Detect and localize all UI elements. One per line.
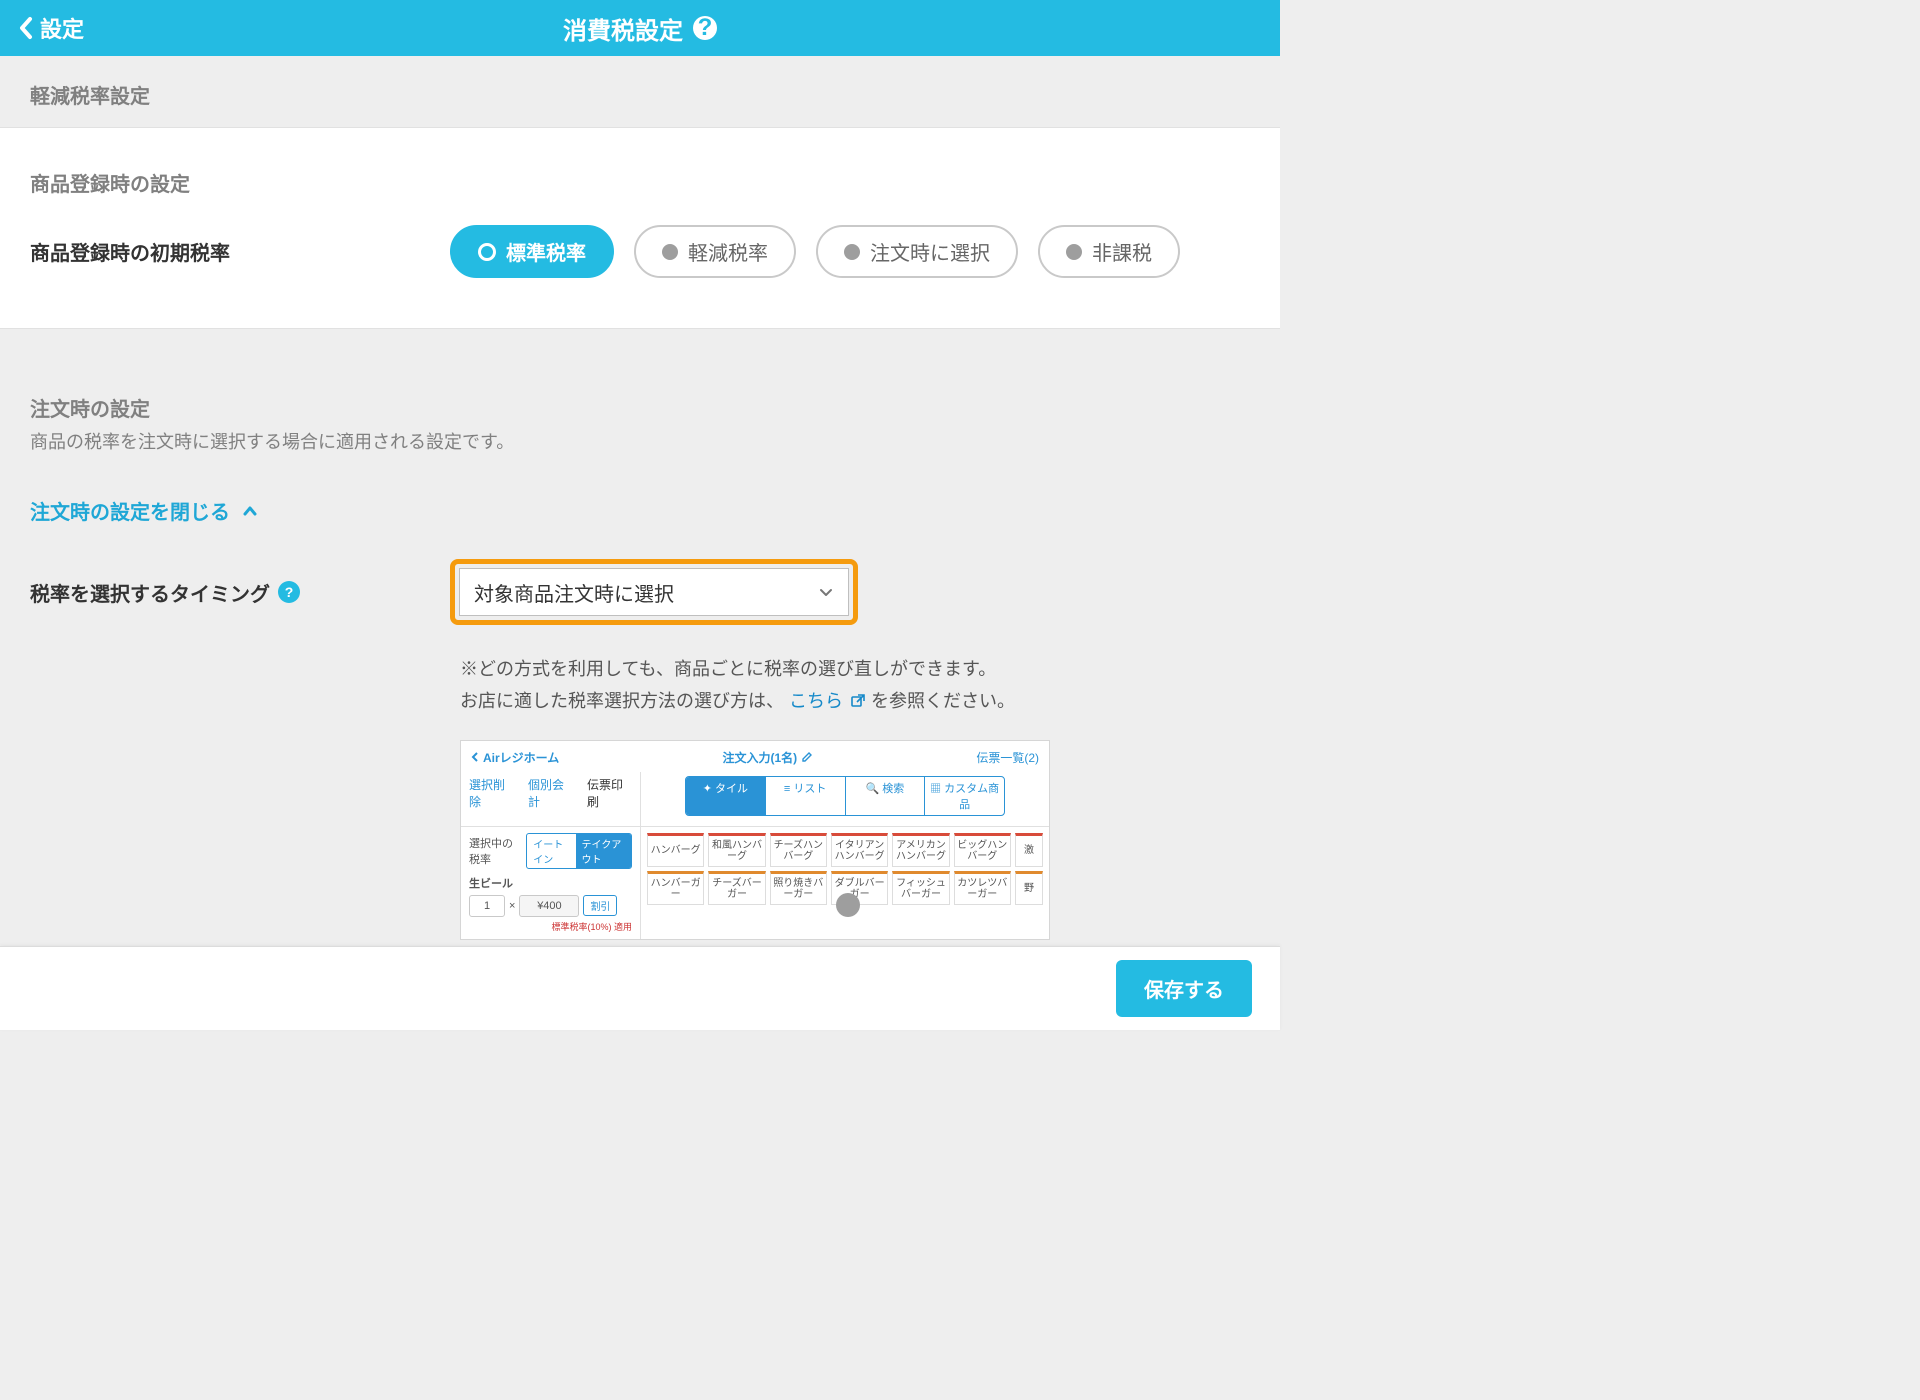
- pv-title: 注文入力(1名): [722, 749, 813, 766]
- select-highlight: 対象商品注文時に選択: [450, 559, 858, 625]
- back-label: 設定: [40, 12, 84, 44]
- timing-notes: ※どの方式を利用しても、商品ごとに税率の選び直しができます。 お店に適した税率選…: [430, 641, 1280, 722]
- pv-tile: フィッシュバーガー: [892, 871, 949, 905]
- pv-seg-takeout: テイクアウト: [576, 834, 631, 868]
- preview-screenshot: Airレジホーム 注文入力(1名) 伝票一覧(2) 選択削除 個別会計 伝票印刷…: [460, 740, 1050, 940]
- pill-standard[interactable]: 標準税率: [450, 225, 614, 278]
- initial-tax-rate-label: 商品登録時の初期税率: [30, 237, 450, 266]
- pv-qty: 1: [469, 895, 505, 917]
- select-value: 対象商品注文時に選択: [474, 578, 674, 607]
- pv-tile: 照り焼きバーガー: [770, 871, 827, 905]
- pv-tab-list: ≡ リスト: [766, 777, 846, 815]
- order-time-desc: 商品の税率を注文時に選択する場合に適用される設定です。: [30, 428, 1250, 454]
- chevron-left-icon: [18, 16, 34, 40]
- help-icon[interactable]: ?: [693, 16, 717, 40]
- pill-label: 軽減税率: [688, 237, 768, 266]
- pv-tile: アメリカンハンバーグ: [892, 833, 949, 867]
- section-label-reduced-tax: 軽減税率設定: [0, 56, 1280, 127]
- pill-label: 注文時に選択: [870, 237, 990, 266]
- pv-item-name: 生ビール: [469, 875, 632, 891]
- timing-label: 税率を選択するタイミング: [30, 578, 270, 607]
- pill-nontaxable[interactable]: 非課税: [1038, 225, 1180, 278]
- order-time-header: 注文時の設定 商品の税率を注文時に選択する場合に適用される設定です。: [0, 359, 1280, 464]
- page-title: 消費税設定: [563, 11, 683, 46]
- back-button[interactable]: 設定: [0, 12, 84, 44]
- radio-selected-icon: [478, 243, 496, 261]
- pv-tab-custom: ▦ カスタム商品: [925, 777, 1004, 815]
- pv-times: ×: [509, 900, 515, 912]
- edit-icon: [801, 751, 813, 763]
- note-line-2-pre: お店に適した税率選択方法の選び方は、: [460, 691, 784, 711]
- pill-label: 非課税: [1092, 237, 1152, 266]
- pill-reduced[interactable]: 軽減税率: [634, 225, 796, 278]
- pv-title-text: 注文入力(1名): [722, 749, 797, 766]
- pv-discount: 割引: [583, 895, 617, 916]
- help-link[interactable]: こちら: [789, 691, 871, 711]
- chevron-down-icon: [818, 584, 834, 600]
- pv-rate-label: 選択中の税率: [469, 835, 520, 867]
- pv-tile: 野: [1015, 871, 1043, 905]
- help-icon[interactable]: ?: [278, 581, 300, 603]
- tax-rate-pills: 標準税率 軽減税率 注文時に選択 非課税: [450, 225, 1180, 278]
- order-time-subhead: 注文時の設定: [30, 393, 1250, 422]
- pv-slip-list: 伝票一覧(2): [976, 749, 1039, 766]
- pv-tile: ビッグハンバーグ: [954, 833, 1011, 867]
- pv-tile: カツレツバーガー: [954, 871, 1011, 905]
- pv-applied-rate: 標準税率(10%) 適用: [469, 920, 632, 933]
- pv-tab-search: 🔍 検索: [846, 777, 926, 815]
- pv-seg-eatin: イートイン: [527, 834, 575, 868]
- card-subhead: 商品登録時の設定: [30, 168, 1250, 197]
- pv-tile: 和風ハンバーグ: [708, 833, 765, 867]
- collapse-label: 注文時の設定を閉じる: [30, 496, 230, 525]
- collapse-toggle[interactable]: 注文時の設定を閉じる: [0, 464, 1280, 549]
- timing-select[interactable]: 対象商品注文時に選択: [459, 568, 849, 616]
- pill-label: 標準税率: [506, 237, 586, 266]
- save-button[interactable]: 保存する: [1116, 960, 1252, 1017]
- pv-price: ¥400: [519, 895, 579, 917]
- card-product-registration: 商品登録時の設定 商品登録時の初期税率 標準税率 軽減税率 注文時に選択: [0, 127, 1280, 329]
- pv-home-link: Airレジホーム: [471, 749, 559, 766]
- topbar: 設定 消費税設定 ?: [0, 0, 1280, 56]
- pv-link-print: 伝票印刷: [587, 776, 632, 810]
- note-line-1: ※どの方式を利用しても、商品ごとに税率の選び直しができます。: [460, 653, 1250, 685]
- chevron-left-icon: [471, 752, 479, 762]
- pv-home-label: Airレジホーム: [483, 749, 559, 766]
- pill-select-at-order[interactable]: 注文時に選択: [816, 225, 1018, 278]
- radio-icon: [844, 244, 860, 260]
- radio-icon: [1066, 244, 1082, 260]
- pv-tab-tile: ✦ タイル: [686, 777, 766, 815]
- pv-tile: イタリアンハンバーグ: [831, 833, 888, 867]
- pv-tile: ハンバーガー: [647, 871, 704, 905]
- help-link-text: こちら: [789, 691, 843, 711]
- pv-tile: 激: [1015, 833, 1043, 867]
- note-line-2-post: を参照ください。: [871, 691, 1015, 711]
- pv-seg: イートイン テイクアウト: [526, 833, 632, 869]
- external-link-icon: [850, 693, 866, 709]
- chevron-up-icon: [242, 503, 258, 519]
- pv-link-individual: 個別会計: [528, 776, 573, 810]
- radio-icon: [662, 244, 678, 260]
- footer-bar: 保存する: [0, 946, 1280, 1030]
- pv-tile: チーズバーガー: [708, 871, 765, 905]
- pointer-indicator-icon: [836, 893, 860, 917]
- pv-view-tabs: ✦ タイル ≡ リスト 🔍 検索 ▦ カスタム商品: [685, 776, 1005, 816]
- pv-tile: チーズハンバーグ: [770, 833, 827, 867]
- pv-link-delete: 選択削除: [469, 776, 514, 810]
- pv-tile: ハンバーグ: [647, 833, 704, 867]
